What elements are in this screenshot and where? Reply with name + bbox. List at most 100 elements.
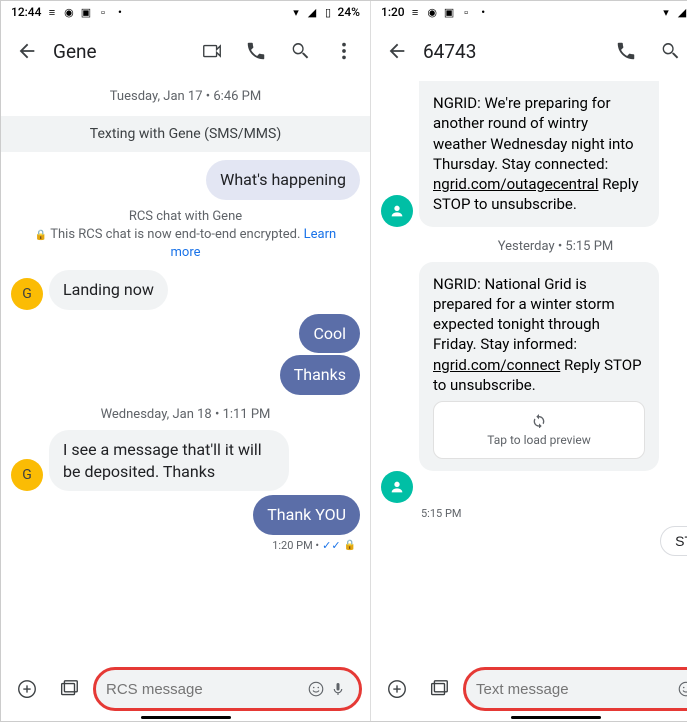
message-row: Thank YOU	[1, 493, 370, 537]
incoming-message[interactable]: NGRID: We're preparing for another round…	[419, 81, 659, 227]
status-time: 1:20	[381, 5, 405, 19]
search-icon	[289, 40, 311, 62]
message-input[interactable]	[106, 681, 305, 698]
signal-icon: ◢	[676, 6, 687, 19]
emoji-button[interactable]	[675, 678, 687, 700]
person-icon	[389, 203, 405, 219]
wifi-icon: ▾	[660, 6, 673, 19]
read-receipt-icon: ✓✓	[322, 539, 340, 552]
composer	[371, 659, 687, 721]
lock-icon: 🔒	[35, 229, 47, 243]
status-icon: ◉	[62, 6, 75, 19]
status-icon: •	[113, 6, 126, 19]
status-bar: 12:44 ≡ ◉ ▣ ▫ • ▾ ◢ ▯ 24%	[1, 1, 370, 23]
back-button[interactable]	[379, 33, 415, 69]
right-screenshot: 1:20 ≡ ◉ ▣ ▫ • ▾ ◢ ▯ 19% 64743 Wednesday…	[371, 1, 687, 721]
emoji-icon	[307, 680, 325, 698]
more-vert-icon	[333, 40, 355, 62]
link[interactable]: ngrid.com/connect	[433, 356, 560, 374]
timestamp: Yesterday • 5:15 PM	[371, 229, 687, 260]
mic-icon	[329, 680, 347, 698]
status-icon: ◉	[426, 6, 439, 19]
contact-name[interactable]: Gene	[53, 40, 186, 63]
avatar[interactable]	[381, 195, 413, 227]
status-icon: ≡	[409, 6, 422, 19]
avatar[interactable]	[381, 471, 413, 503]
timestamp: Tuesday, Jan 17 • 6:46 PM	[1, 79, 370, 110]
emoji-button[interactable]	[305, 678, 327, 700]
avatar[interactable]: G	[11, 459, 43, 491]
status-icon: ▣	[443, 6, 456, 19]
link[interactable]: ngrid.com/outagecentral	[433, 175, 598, 193]
message-row: What's happening	[1, 158, 370, 202]
search-button[interactable]	[282, 33, 318, 69]
status-icon: ▫	[96, 6, 109, 19]
avatar-row	[371, 469, 687, 505]
refresh-icon	[531, 412, 547, 428]
status-time: 12:44	[11, 5, 41, 19]
outgoing-message[interactable]: Thanks	[280, 355, 360, 395]
status-icon: ▣	[79, 6, 92, 19]
message-row: Thanks	[1, 353, 370, 397]
person-icon	[389, 479, 405, 495]
add-button[interactable]	[9, 671, 45, 707]
outgoing-message[interactable]: What's happening	[206, 160, 360, 200]
incoming-message[interactable]: I see a message that'll it will be depos…	[49, 430, 289, 491]
video-call-button[interactable]	[194, 33, 230, 69]
lock-icon: 🔒	[344, 540, 356, 551]
conversation-header: Gene	[1, 23, 370, 79]
gallery-button[interactable]	[421, 671, 457, 707]
suggestion-row: STOP	[371, 522, 687, 560]
rcs-notice: RCS chat with Gene 🔒 This RCS chat is no…	[1, 202, 370, 269]
messages-list[interactable]: NGRID: We're preparing for another round…	[371, 79, 687, 659]
outgoing-message[interactable]: Thank YOU	[253, 495, 360, 535]
message-row: Cool	[1, 312, 370, 356]
home-indicator	[511, 716, 601, 719]
plus-circle-icon	[386, 678, 408, 700]
plus-circle-icon	[16, 678, 38, 700]
gallery-icon	[428, 678, 450, 700]
outgoing-message[interactable]: Cool	[299, 314, 360, 354]
arrow-left-icon	[386, 40, 408, 62]
conversation-header: 64743 Wednesday, Jan 25 • 3:01 PM	[371, 23, 687, 79]
battery-icon: ▯	[322, 6, 335, 19]
status-icon: ≡	[45, 6, 58, 19]
mic-button[interactable]	[327, 678, 349, 700]
status-bar: 1:20 ≡ ◉ ▣ ▫ • ▾ ◢ ▯ 19%	[371, 1, 687, 23]
battery-percent: 24%	[338, 5, 360, 19]
messages-list[interactable]: Tuesday, Jan 17 • 6:46 PM Texting with G…	[1, 79, 370, 659]
link-preview[interactable]: Tap to load preview	[433, 401, 645, 459]
call-button[interactable]	[238, 33, 274, 69]
timestamp: Wednesday, Jan 18 • 1:11 PM	[1, 397, 370, 428]
message-row: NGRID: We're preparing for another round…	[371, 79, 687, 229]
search-icon	[659, 40, 681, 62]
message-row: NGRID: National Grid is prepared for a w…	[371, 260, 687, 474]
message-meta: 1:20 PM • ✓✓ 🔒	[1, 537, 370, 554]
composer	[1, 659, 370, 721]
signal-icon: ◢	[306, 6, 319, 19]
suggestion-chip[interactable]: STOP	[660, 526, 687, 556]
more-button[interactable]	[326, 33, 362, 69]
message-input-wrap	[463, 667, 687, 711]
call-button[interactable]	[608, 33, 644, 69]
wifi-icon: ▾	[290, 6, 303, 19]
gallery-button[interactable]	[51, 671, 87, 707]
home-indicator	[141, 716, 231, 719]
search-button[interactable]	[652, 33, 687, 69]
video-icon	[201, 40, 223, 62]
message-row: G Landing now	[1, 268, 370, 312]
message-input-wrap	[93, 667, 362, 711]
back-button[interactable]	[9, 33, 45, 69]
status-icon: ▫	[460, 6, 473, 19]
incoming-message[interactable]: NGRID: National Grid is prepared for a w…	[419, 262, 659, 472]
incoming-message[interactable]: Landing now	[49, 270, 168, 310]
message-row: G I see a message that'll it will be dep…	[1, 428, 370, 493]
status-icon: •	[477, 6, 490, 19]
add-button[interactable]	[379, 671, 415, 707]
phone-icon	[615, 40, 637, 62]
message-input[interactable]	[476, 681, 675, 698]
avatar[interactable]: G	[11, 278, 43, 310]
contact-name[interactable]: 64743	[423, 40, 600, 63]
phone-icon	[245, 40, 267, 62]
message-meta: 5:15 PM	[371, 505, 687, 522]
